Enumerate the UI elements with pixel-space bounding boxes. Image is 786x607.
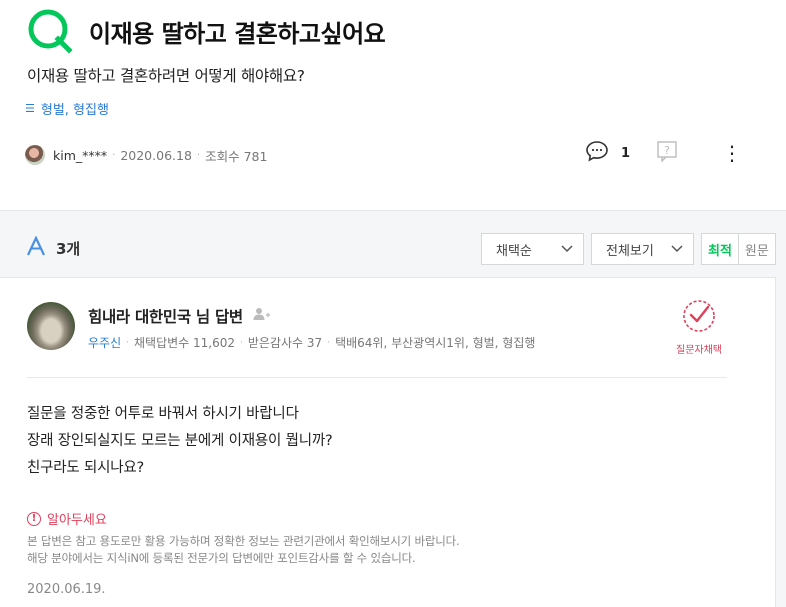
toggle-original[interactable]: 원문 bbox=[739, 234, 775, 264]
notice-text: 본 답변은 참고 용도로만 활용 가능하며 정확한 정보는 관련기관에서 확인해… bbox=[27, 533, 460, 567]
question-tags[interactable]: ☰ 형벌, 형집행 bbox=[25, 99, 109, 118]
answerer-heading: 힘내라 대한민국 님 답변 bbox=[88, 305, 271, 327]
chosen-check-icon bbox=[683, 300, 715, 332]
report-icon[interactable]: ? bbox=[656, 140, 678, 166]
adopt-count: 채택답변수 11,602 bbox=[134, 336, 236, 350]
notice-title: ! 알아두세요 bbox=[27, 509, 459, 528]
q-badge-icon bbox=[27, 8, 73, 54]
answer-line: 질문을 정중한 어투로 바꿔서 하시기 바랍니다 bbox=[27, 406, 299, 422]
add-friend-icon[interactable] bbox=[253, 307, 271, 325]
chosen-badge: 질문자채택 bbox=[668, 298, 730, 356]
info-separator: · bbox=[327, 337, 331, 348]
question-date: 2020.06.18 bbox=[120, 147, 192, 163]
author-avatar[interactable] bbox=[25, 145, 45, 165]
view-toggle: 최적 원문 bbox=[701, 233, 776, 265]
answerer-info: 우주신 · 채택답변수 11,602 · 받은감사수 37 · 택배64위, 부… bbox=[88, 334, 535, 351]
answerer-grade[interactable]: 우주신 bbox=[88, 334, 121, 351]
answers-count: 3개 bbox=[56, 239, 81, 258]
answer-line: 친구라도 되시나요? bbox=[27, 460, 145, 476]
chevron-down-icon bbox=[671, 245, 683, 253]
view-count: 조회수 781 bbox=[205, 148, 268, 164]
notice-line: 해당 분야에서는 지식iN에 등록된 전문가의 답변에만 포인트감사를 할 수 … bbox=[27, 551, 416, 565]
answer-line: 장래 장인되실지도 모르는 분에게 이재용이 뭡니까? bbox=[27, 433, 333, 449]
comment-count: 1 bbox=[621, 145, 631, 161]
filter-select[interactable]: 전체보기 bbox=[591, 233, 694, 265]
notice-box: ! 알아두세요 본 답변은 참고 용도로만 활용 가능하며 정확한 정보는 관련… bbox=[27, 509, 460, 567]
info-separator: · bbox=[240, 337, 243, 348]
chosen-label: 질문자채택 bbox=[676, 345, 722, 356]
info-separator: · bbox=[126, 337, 129, 348]
notice-line: 본 답변은 참고 용도로만 활용 가능하며 정확한 정보는 관련기관에서 확인해… bbox=[27, 534, 460, 548]
a-badge-icon bbox=[26, 235, 46, 260]
divider bbox=[27, 377, 727, 378]
question-body: 이재용 딸하고 결혼하려면 어떻게 해야해요? bbox=[27, 67, 305, 85]
tag-links[interactable]: 형벌, 형집행 bbox=[41, 99, 109, 118]
answer-date: 2020.06.19. bbox=[27, 582, 106, 597]
filter-select-value: 전체보기 bbox=[606, 243, 654, 259]
question-header: 이재용 딸하고 결혼하고싶어요 bbox=[27, 8, 386, 54]
answerer-name[interactable]: 힘내라 대한민국 님 답변 bbox=[88, 305, 243, 327]
toggle-best[interactable]: 최적 bbox=[702, 234, 739, 264]
svg-text:?: ? bbox=[664, 144, 670, 157]
answerer-avatar[interactable] bbox=[27, 302, 75, 350]
question-meta: kim_**** · 2020.06.18 · 조회수 781 bbox=[25, 145, 267, 165]
thanks-count: 받은감사수 37 bbox=[247, 336, 323, 350]
warning-icon: ! bbox=[27, 511, 41, 526]
sort-select-value: 채택순 bbox=[496, 243, 532, 259]
meta-separator: · bbox=[196, 149, 201, 161]
more-options-icon[interactable]: ⋮ bbox=[722, 143, 742, 163]
sort-select[interactable]: 채택순 bbox=[481, 233, 584, 265]
answerer-ranks: 택배64위, 부산광역시1위, 형벌, 형집행 bbox=[335, 336, 536, 350]
question-title: 이재용 딸하고 결혼하고싶어요 bbox=[89, 19, 386, 48]
author-name[interactable]: kim_**** bbox=[53, 148, 107, 163]
answers-header: 3개 bbox=[26, 235, 81, 260]
notice-title-text: 알아두세요 bbox=[47, 513, 107, 528]
list-icon: ☰ bbox=[25, 102, 35, 115]
comment-icon[interactable] bbox=[585, 140, 609, 166]
answer-body: 질문을 정중한 어투로 바꿔서 하시기 바랍니다 장래 장인되실지도 모르는 분… bbox=[27, 401, 333, 482]
chevron-down-icon bbox=[561, 245, 573, 253]
meta-separator: · bbox=[112, 149, 116, 161]
question-actions: 1 ? ⋮ bbox=[585, 140, 742, 166]
